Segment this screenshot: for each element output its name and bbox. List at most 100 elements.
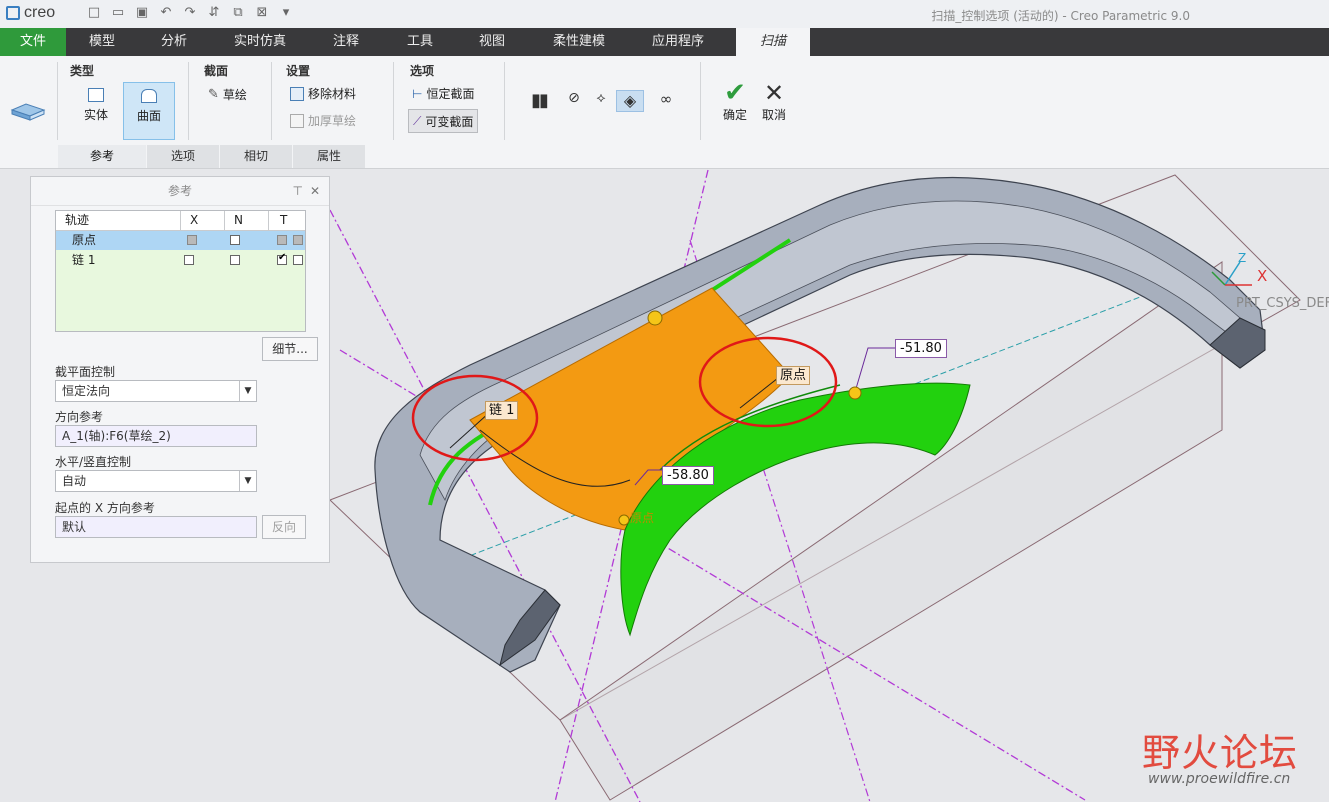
variable-section-button[interactable]: ⟋ 可变截面 [408, 109, 479, 133]
feature-preview-icon[interactable]: ◈ [616, 90, 644, 112]
sketch-button[interactable]: ✎ 草绘 [208, 86, 247, 103]
origin-t-checkbox[interactable] [277, 235, 287, 245]
chain-1-tag[interactable]: 链 1 [485, 401, 519, 420]
drag-handle-right[interactable] [848, 386, 862, 400]
header-t: T [280, 213, 288, 227]
tab-file[interactable]: 文件 [0, 28, 66, 56]
trajectory-table: 轨迹 X N T 原点 链 1 [55, 210, 306, 332]
row-name-chain: 链 1 [72, 253, 96, 267]
sketch-pencil-icon: ✎ [208, 87, 219, 102]
cancel-button[interactable]: ✕ 取消 [750, 80, 798, 123]
table-row[interactable]: 原点 [56, 231, 305, 250]
section-group-title: 截面 [204, 64, 229, 78]
close-icon[interactable]: ✕ [310, 177, 320, 205]
header-n: N [234, 213, 243, 227]
details-button[interactable]: 细节... [262, 337, 318, 361]
settings-group-title: 设置 [286, 64, 311, 78]
glasses-preview-icon[interactable]: ∞ [652, 90, 680, 112]
dashboard-subtabs: 参考 选项 相切 属性 [58, 145, 366, 168]
pause-icon[interactable]: ▮▮ [527, 90, 551, 112]
solid-type-button[interactable]: 实体 [70, 82, 122, 140]
table-row[interactable]: 链 1 [56, 251, 305, 270]
sweep-ribbon: 类型 实体 曲面 截面 ✎ 草绘 设置 移除材料 加厚草绘 选项 ⊢ 恒定截面 … [0, 56, 811, 169]
references-panel: 参考 ⊤ ✕ 轨迹 X N T 原点 链 1 细节... 截平面控 [30, 176, 330, 563]
chain-t-checkbox[interactable] [277, 252, 287, 265]
remove-material-button[interactable]: 移除材料 [290, 85, 356, 102]
thicken-sketch-icon [290, 113, 304, 128]
sketch-label: 草绘 [222, 88, 247, 102]
dimension-value-1[interactable]: -51.80 [895, 339, 947, 358]
flip-button[interactable]: 反向 [262, 515, 306, 539]
tab-applications[interactable]: 应用程序 [636, 28, 720, 56]
dimension-value-2[interactable]: -58.80 [662, 466, 714, 485]
subtab-properties[interactable]: 属性 [293, 145, 366, 168]
cancel-label: 取消 [761, 108, 786, 122]
chain-n-checkbox[interactable] [230, 255, 240, 265]
csys-axis-z [1224, 261, 1241, 286]
tab-sweep[interactable]: 扫描 [736, 28, 810, 56]
solid-icon [88, 88, 104, 102]
origin-t2-checkbox[interactable] [293, 235, 303, 245]
origin-tag[interactable]: 原点 [776, 366, 811, 385]
surface-label: 曲面 [136, 109, 161, 123]
tab-model[interactable]: 模型 [68, 28, 136, 56]
surface-icon [141, 89, 157, 103]
start-x-label: 起点的 X 方向参考 [55, 501, 155, 515]
remove-material-label: 移除材料 [308, 87, 357, 101]
header-trajectory: 轨迹 [65, 213, 90, 227]
header-x: X [190, 213, 199, 227]
tab-analysis[interactable]: 分析 [140, 28, 208, 56]
subtab-options[interactable]: 选项 [147, 145, 220, 168]
table-header: 轨迹 X N T [56, 211, 305, 231]
title-bar: creo □ ▭ ▣ ↶ ↷ ⇵ ⧉ ⊠ ▾ 扫描_控制选项 (活动的) - C… [0, 0, 1329, 29]
tab-annotate[interactable]: 注释 [312, 28, 380, 56]
section-plane-select[interactable]: 恒定法向 ▼ [55, 380, 257, 402]
pin-icon[interactable]: ⊤ [293, 177, 303, 205]
sweep-feature-icon [10, 103, 46, 121]
options-group-title: 选项 [410, 64, 435, 78]
variable-section-icon: ⟋ [413, 113, 422, 128]
tab-flexible-modeling[interactable]: 柔性建模 [538, 28, 620, 56]
window-title: 扫描_控制选项 (活动的) - Creo Parametric 9.0 [931, 9, 1190, 23]
row-name-origin: 原点 [72, 233, 97, 247]
hv-control-select[interactable]: 自动 ▼ [55, 470, 257, 492]
chain-t2-checkbox[interactable] [293, 255, 303, 265]
direction-ref-field[interactable]: A_1(轴):F6(草绘_2) [55, 425, 257, 447]
csys-z-label: Z [1238, 251, 1246, 265]
constant-section-icon: ⊢ [412, 86, 423, 101]
origin-x-checkbox[interactable] [187, 235, 197, 245]
variable-section-label: 可变截面 [425, 114, 474, 129]
constant-section-button[interactable]: ⊢ 恒定截面 [412, 85, 474, 102]
solid-label: 实体 [83, 108, 108, 122]
tab-live-simulation[interactable]: 实时仿真 [220, 28, 300, 56]
drag-handle-top[interactable] [647, 310, 663, 326]
csys-label: PRT_CSYS_DEF [1236, 296, 1329, 311]
panel-title: 参考 [167, 184, 192, 198]
thicken-sketch-button[interactable]: 加厚草绘 [290, 112, 356, 129]
tab-view[interactable]: 视图 [458, 28, 526, 56]
ok-label: 确定 [722, 108, 747, 122]
no-preview-icon[interactable]: ⊘ [566, 90, 582, 112]
subtab-tangency[interactable]: 相切 [220, 145, 293, 168]
remove-material-icon [290, 86, 304, 101]
watermark-title: 野火论坛 [1142, 731, 1299, 775]
x-cancel-icon: ✕ [763, 79, 785, 107]
chevron-down-icon: ▼ [239, 381, 256, 401]
verify-mode-icon[interactable]: ⟡ [590, 90, 612, 112]
chain-x-checkbox[interactable] [184, 255, 194, 265]
csys-x-label: X [1257, 267, 1268, 285]
origin-n-checkbox[interactable] [230, 235, 240, 245]
constant-section-label: 恒定截面 [426, 87, 475, 101]
drag-handle-start[interactable] [618, 514, 630, 526]
tab-tools[interactable]: 工具 [386, 28, 454, 56]
section-plane-value: 恒定法向 [62, 384, 111, 398]
surface-type-button[interactable]: 曲面 [123, 82, 175, 140]
ribbon-empty-area [810, 56, 1329, 169]
start-x-field[interactable]: 默认 [55, 516, 257, 538]
start-point-label: 原点 [630, 511, 655, 525]
subtab-references[interactable]: 参考 [58, 145, 147, 168]
chevron-down-icon: ▼ [239, 471, 256, 491]
type-group-title: 类型 [70, 64, 95, 78]
direction-ref-label: 方向参考 [55, 410, 104, 424]
hv-control-value: 自动 [62, 474, 87, 488]
